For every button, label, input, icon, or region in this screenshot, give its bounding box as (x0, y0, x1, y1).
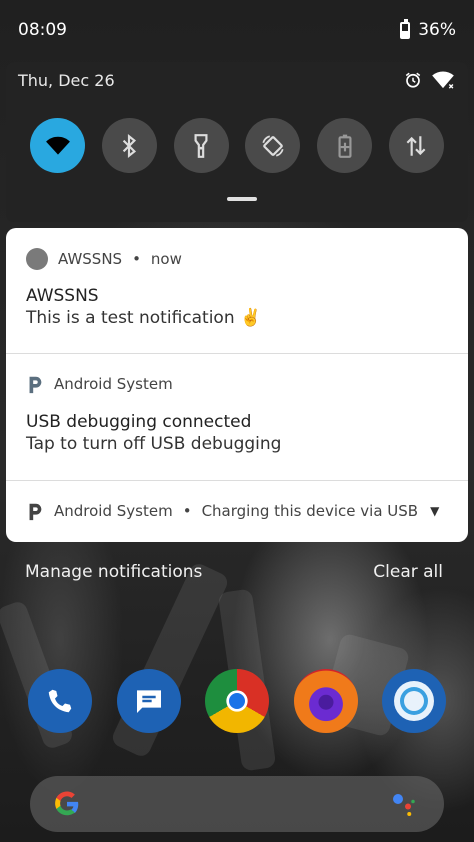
messages-icon (136, 690, 161, 713)
app-name: Android System (54, 375, 173, 393)
auto-rotate-tile[interactable] (245, 118, 301, 173)
alarm-icon (405, 72, 421, 88)
battery-saver-icon (338, 134, 352, 158)
android-system-icon (29, 503, 42, 521)
wifi-icon (45, 136, 70, 155)
quick-settings-panel: Thu, Dec 26 (6, 62, 468, 222)
notification-usb-debugging[interactable]: Android System USB debugging connected T… (6, 354, 468, 480)
chrome-app[interactable] (205, 669, 269, 733)
quick-settings-tiles (6, 118, 468, 173)
wifi-tile[interactable] (30, 118, 85, 173)
phone-icon (48, 689, 72, 713)
battery-icon (400, 18, 411, 39)
notification-charging[interactable]: Android System • Charging this device vi… (6, 481, 468, 542)
mobile-data-icon (407, 135, 426, 156)
notification-list: AWSSNS • now AWSSNS This is a test notif… (6, 228, 468, 542)
phone-app[interactable] (28, 669, 92, 733)
android-system-icon (29, 376, 42, 394)
chevron-down-icon[interactable]: ▼ (430, 504, 439, 518)
app-name: AWSSNS (58, 250, 123, 268)
app-icon (26, 248, 48, 270)
clear-all-button[interactable]: Clear all (373, 562, 443, 582)
google-logo-icon (55, 791, 79, 816)
status-right: 36% (400, 18, 456, 40)
notification-time: now (150, 250, 182, 268)
battery-saver-tile[interactable] (317, 118, 373, 173)
drag-handle[interactable] (227, 197, 257, 201)
notification-actions: Manage notifications Clear all (25, 562, 443, 582)
separator-dot: • (182, 502, 192, 520)
notification-text: Tap to turn off USB debugging (26, 434, 282, 454)
camera-icon (394, 681, 434, 721)
battery-percent: 36% (418, 20, 456, 40)
messages-app[interactable] (116, 669, 181, 733)
clock: 08:09 (18, 20, 67, 40)
separator-dot: • (132, 250, 141, 268)
firefox-app[interactable] (293, 669, 358, 733)
chrome-icon (226, 690, 248, 712)
manage-notifications-button[interactable]: Manage notifications (25, 562, 202, 582)
bluetooth-tile[interactable] (101, 118, 157, 173)
app-name: Android System (54, 502, 173, 520)
notification-title: AWSSNS (26, 286, 99, 306)
flashlight-tile[interactable] (173, 118, 229, 173)
notification-header: Android System (26, 374, 173, 394)
quick-settings-header: Thu, Dec 26 (6, 62, 468, 98)
status-bar: 08:09 36% (0, 0, 474, 60)
google-search-bar[interactable] (30, 776, 444, 832)
notification-summary: Charging this device via USB (201, 502, 419, 520)
notification-header: Android System • Charging this device vi… (26, 501, 439, 521)
mobile-data-tile[interactable] (388, 118, 444, 173)
header-status-icons (404, 71, 454, 89)
date-label[interactable]: Thu, Dec 26 (18, 71, 115, 90)
bluetooth-icon (123, 133, 137, 158)
google-assistant-icon[interactable] (388, 789, 418, 819)
firefox-icon (318, 694, 333, 710)
notification-awssns[interactable]: AWSSNS • now AWSSNS This is a test notif… (6, 228, 468, 353)
notification-title: USB debugging connected (26, 412, 252, 432)
app-dock (28, 669, 446, 733)
notification-text: This is a test notification ✌️ (26, 308, 262, 328)
wifi-status-icon (432, 71, 454, 89)
notification-header: AWSSNS • now (26, 248, 182, 270)
flashlight-icon (194, 133, 208, 158)
auto-rotate-icon (262, 134, 284, 157)
camera-app[interactable] (382, 669, 446, 733)
